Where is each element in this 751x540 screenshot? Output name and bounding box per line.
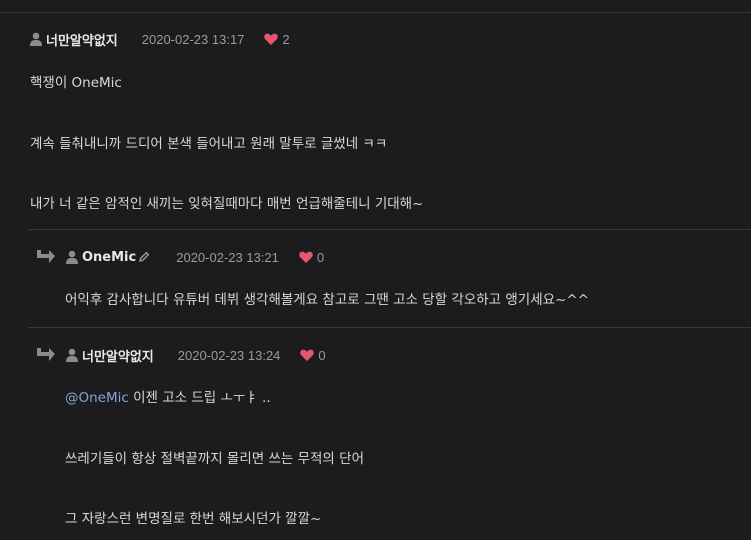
reply-author[interactable]: 너만알약없지 [82,346,154,365]
user-icon [30,32,42,46]
comment-text-line: 계속 들춰내니까 드디어 본색 들어내고 원래 말투로 글썼네 ㅋㅋ [30,136,388,152]
user-icon [66,348,78,362]
reply-author[interactable]: OneMic [82,250,136,265]
pencil-icon [138,251,150,263]
heart-icon[interactable] [264,33,279,45]
user-icon [66,250,78,264]
comment-thread: 너만알약없지 2020-02-23 13:17 2 핵쟁이 OneMic 계속 … [0,0,751,540]
reply: OneMic 2020-02-23 13:21 0 어익후 감사합니다 유튜버 … [28,229,751,327]
reply-meta: OneMic 2020-02-23 13:21 0 [36,247,324,267]
comment-text-line: 내가 너 같은 암적인 새끼는 잊혀질때마다 매번 언급해줄테니 기대해~ [30,196,424,212]
mention-link[interactable]: @OneMic [65,390,129,406]
reply-arrow-icon [36,247,56,267]
heart-icon[interactable] [299,251,313,263]
heart-icon[interactable] [300,349,315,361]
comment-author[interactable]: 너만알약없지 [46,30,118,49]
reply-like-count: 0 [318,347,326,363]
reply-date: 2020-02-23 13:24 [177,347,281,363]
comment-meta: 너만알약없지 2020-02-23 13:17 2 [30,29,290,49]
reply-arrow-icon [36,345,56,365]
comment-text-line: 핵쟁이 OneMic [30,75,122,91]
reply-like-count: 0 [316,249,325,265]
comment-like-count: 2 [282,31,290,47]
thread-top-divider [0,0,751,13]
reply: 너만알약없지 2020-02-23 13:24 0 @OneMic 이젠 고소 … [28,327,751,540]
reply-text-line: 쓰레기들이 항상 절벽끝까지 몰리면 쓰는 무적의 단어 [65,451,364,467]
reply-text-line: @OneMic 이젠 고소 드립 ㅗㅜㅑ .. [65,386,271,406]
reply-text-line: 어익후 감사합니다 유튜버 데뷔 생각해볼게요 참고로 그땐 고소 당할 각오하… [65,292,589,308]
comment-date: 2020-02-23 13:17 [141,31,245,47]
reply-date: 2020-02-23 13:21 [176,249,279,265]
reply-text-line: 그 자랑스런 변명질로 한번 해보시던가 깔깔~ [65,511,322,527]
reply-text: 이젠 고소 드립 ㅗㅜㅑ .. [128,390,271,406]
reply-meta: 너만알약없지 2020-02-23 13:24 0 [36,345,326,365]
